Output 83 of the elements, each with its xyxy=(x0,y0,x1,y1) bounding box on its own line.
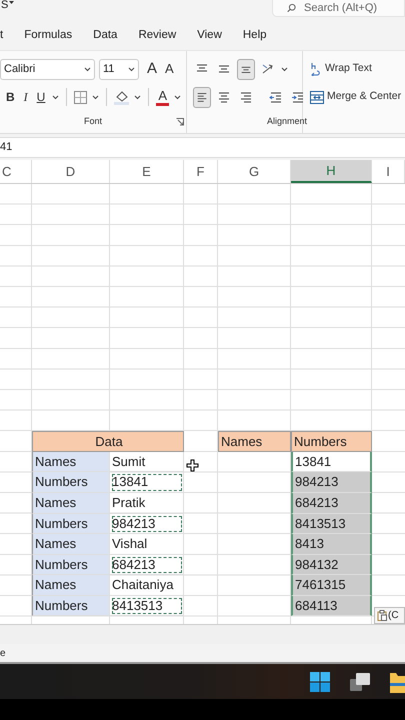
move-cursor-icon xyxy=(186,459,199,472)
table-cell: 684213 xyxy=(110,554,184,576)
merge-cells-icon xyxy=(310,90,324,104)
start-icon[interactable] xyxy=(310,672,330,692)
font-size-dropdown[interactable]: 11 xyxy=(99,58,139,80)
column-header[interactable]: D xyxy=(32,160,110,183)
fill-color-icon[interactable] xyxy=(114,90,130,104)
align-center-icon xyxy=(217,90,231,104)
table-cell: Vishal xyxy=(110,534,184,555)
menu-tab[interactable]: Review xyxy=(126,27,186,45)
bottom-align-button[interactable] xyxy=(237,58,255,80)
font-color-button[interactable]: A xyxy=(156,88,170,106)
table-cell: 8413513 xyxy=(291,514,372,534)
search-icon xyxy=(287,2,296,14)
column-header[interactable]: C xyxy=(0,160,32,183)
wrap-text-icon xyxy=(310,62,322,76)
increase-font-size-button[interactable]: A xyxy=(145,58,160,80)
underline-button[interactable]: U xyxy=(34,86,48,108)
clipboard-icon xyxy=(377,610,387,621)
table-cell: 684213 xyxy=(291,492,372,514)
borders-icon[interactable] xyxy=(74,90,88,104)
caret-icon[interactable] xyxy=(92,94,100,100)
column-header[interactable]: H xyxy=(291,160,372,183)
table-cell: Sumit xyxy=(110,452,184,472)
menu-tab[interactable]: Data xyxy=(81,27,126,45)
row-label: Names xyxy=(32,534,110,555)
menu-tab[interactable]: t xyxy=(0,27,12,45)
caret-icon[interactable] xyxy=(52,94,60,100)
table-header: Data xyxy=(32,431,184,452)
caret-icon[interactable] xyxy=(134,94,142,100)
column-header[interactable]: E xyxy=(110,160,184,183)
paste-options-button[interactable]: (C xyxy=(374,607,405,624)
table-cell: 7461315 xyxy=(291,575,372,596)
caret-icon[interactable] xyxy=(174,94,182,100)
search-field[interactable]: Search (Alt+Q) xyxy=(272,0,405,17)
caret-icon[interactable] xyxy=(8,0,16,6)
row-label: Numbers xyxy=(32,472,110,493)
column-label: Names xyxy=(218,431,291,452)
table-cell: Chaitaniya xyxy=(110,575,184,596)
table-cell: 8413513 xyxy=(110,596,184,616)
row-label: Names xyxy=(32,575,110,596)
table-cell: 984132 xyxy=(291,554,372,576)
menu-tab[interactable]: View xyxy=(185,27,231,45)
caret-icon[interactable] xyxy=(128,66,135,72)
table-cell: 13841 xyxy=(110,472,184,493)
row-label: Numbers xyxy=(32,554,110,576)
formula-bar-text: 41 xyxy=(0,140,12,156)
table-cell: 984213 xyxy=(291,472,372,493)
menu-tab[interactable]: Formulas xyxy=(12,27,82,45)
caret-icon[interactable] xyxy=(281,66,288,72)
caret-icon[interactable] xyxy=(84,66,91,72)
table-cell: Pratik xyxy=(110,492,184,514)
align-left-button[interactable] xyxy=(193,86,211,108)
task-view-icon[interactable] xyxy=(350,672,370,690)
orientation-icon xyxy=(261,62,275,76)
column-header[interactable]: F xyxy=(184,160,218,183)
decrease-font-size-button[interactable]: A xyxy=(163,58,176,80)
group-label: Alignment xyxy=(266,114,308,128)
column-header[interactable]: I xyxy=(372,160,405,183)
status-text: e xyxy=(0,646,6,660)
table-cell: 684113 xyxy=(291,596,372,616)
document-title: S xyxy=(0,0,8,11)
decrease-indent-icon xyxy=(269,90,283,104)
table-cell: 8413 xyxy=(291,534,372,555)
dialog-launcher-icon[interactable] xyxy=(176,118,184,126)
column-label: Numbers xyxy=(291,431,372,452)
row-label: Numbers xyxy=(32,596,110,616)
bold-button[interactable]: B xyxy=(4,86,17,108)
folder-icon[interactable] xyxy=(390,670,405,692)
font-name-dropdown[interactable]: Calibri xyxy=(0,58,95,80)
merge-center-button[interactable]: Merge & Center xyxy=(308,86,404,108)
wrap-text-button[interactable]: Wrap Text xyxy=(308,58,374,80)
menu-tab[interactable]: Help xyxy=(230,27,276,45)
italic-button[interactable]: I xyxy=(22,86,30,108)
row-label: Names xyxy=(32,452,110,472)
row-label: Names xyxy=(32,492,110,514)
align-left-icon xyxy=(196,90,208,104)
group-label: Font xyxy=(84,114,102,128)
table-cell: 13841 xyxy=(291,452,372,472)
table-cell: 984213 xyxy=(110,514,184,534)
increase-indent-icon xyxy=(291,90,305,104)
row-label: Numbers xyxy=(32,514,110,534)
align-right-icon xyxy=(239,90,253,104)
